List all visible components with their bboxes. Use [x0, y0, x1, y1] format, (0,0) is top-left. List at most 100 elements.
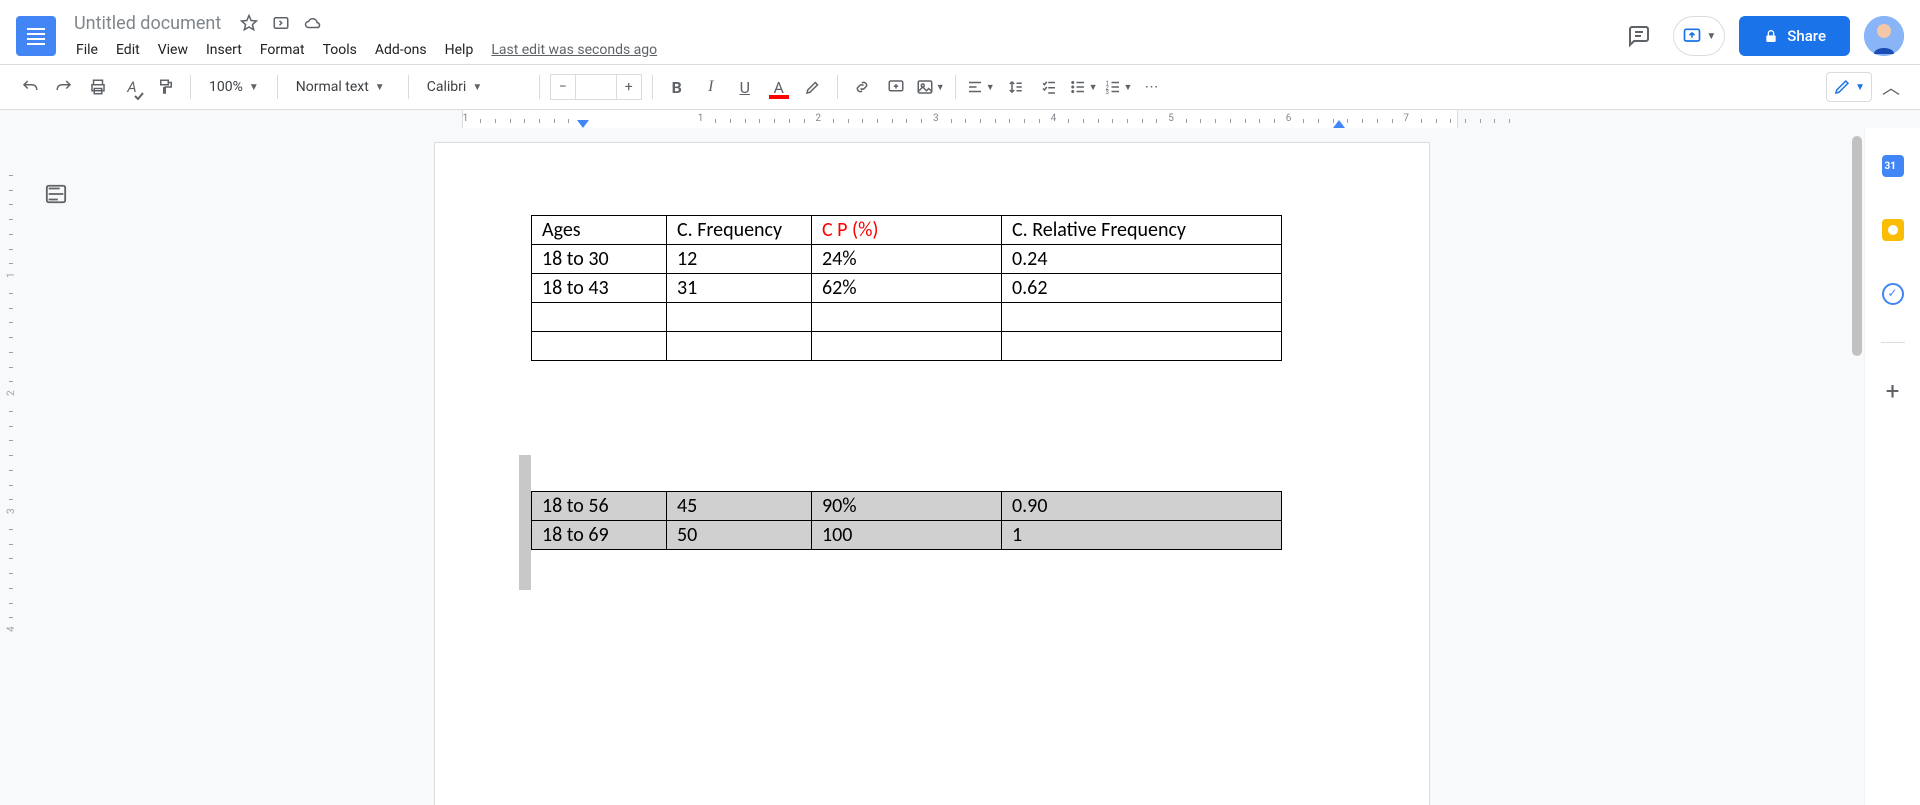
spellcheck-button[interactable]: A [118, 73, 146, 101]
menu-format[interactable]: Format [252, 38, 313, 62]
cell-ages[interactable] [532, 332, 667, 361]
separator [652, 75, 653, 99]
header-crel[interactable]: C. Relative Frequency [1002, 216, 1282, 245]
decrease-fontsize-button[interactable]: − [550, 74, 576, 100]
cell-crel[interactable]: 0.62 [1002, 274, 1282, 303]
bold-button[interactable]: B [663, 73, 691, 101]
get-addons-button[interactable]: + [1873, 371, 1913, 411]
side-panel: + [1864, 128, 1920, 805]
share-label: Share [1787, 27, 1826, 45]
highlight-button[interactable] [799, 73, 827, 101]
header-ages[interactable]: Ages [532, 216, 667, 245]
separator [837, 75, 838, 99]
cell-ages[interactable] [532, 303, 667, 332]
cell-ages[interactable]: 18 to 69 [532, 521, 667, 550]
cell-crel[interactable] [1002, 303, 1282, 332]
paint-format-button[interactable] [152, 73, 180, 101]
underline-button[interactable]: U [731, 73, 759, 101]
table-row[interactable]: 18 to 30 12 24% 0.24 [532, 245, 1282, 274]
menu-insert[interactable]: Insert [198, 38, 250, 62]
cell-cp[interactable]: 90% [812, 492, 1002, 521]
align-button[interactable]: ▼ [966, 73, 995, 101]
open-comments-button[interactable] [1619, 16, 1659, 56]
cell-cfreq[interactable] [667, 332, 812, 361]
cell-cp[interactable]: 100 [812, 521, 1002, 550]
insert-link-button[interactable] [848, 73, 876, 101]
share-button[interactable]: Share [1739, 16, 1850, 56]
present-button[interactable]: ▼ [1673, 16, 1725, 56]
cell-ages[interactable]: 18 to 56 [532, 492, 667, 521]
print-button[interactable] [84, 73, 112, 101]
font-select[interactable]: Calibri▼ [419, 73, 529, 101]
cell-ages[interactable]: 18 to 30 [532, 245, 667, 274]
line-spacing-button[interactable] [1001, 73, 1029, 101]
menu-addons[interactable]: Add-ons [367, 38, 435, 62]
docs-logo-icon[interactable] [16, 16, 56, 56]
tasks-app-icon[interactable] [1873, 274, 1913, 314]
paragraph-style-select[interactable]: Normal text▼ [288, 73, 398, 101]
show-outline-button[interactable] [36, 174, 76, 214]
bulleted-list-button[interactable]: ▼ [1069, 73, 1098, 101]
cell-cfreq[interactable]: 12 [667, 245, 812, 274]
cell-cfreq[interactable]: 31 [667, 274, 812, 303]
frequency-table[interactable]: Ages C. Frequency C P (%) C. Relative Fr… [531, 215, 1282, 361]
cloud-status-icon[interactable] [303, 13, 323, 33]
chevron-down-icon: ▼ [986, 82, 995, 93]
move-icon[interactable] [271, 13, 291, 33]
calendar-app-icon[interactable] [1873, 146, 1913, 186]
cell-cfreq[interactable]: 50 [667, 521, 812, 550]
numbered-list-button[interactable]: 123▼ [1104, 73, 1133, 101]
cell-ages[interactable]: 18 to 43 [532, 274, 667, 303]
selection-handle[interactable] [519, 455, 531, 590]
table-header-row[interactable]: Ages C. Frequency C P (%) C. Relative Fr… [532, 216, 1282, 245]
table-row[interactable] [532, 332, 1282, 361]
insert-comment-button[interactable] [882, 73, 910, 101]
chevron-down-icon: ▼ [375, 82, 385, 93]
last-edit-link[interactable]: Last edit was seconds ago [491, 42, 657, 58]
cell-crel[interactable]: 0.24 [1002, 245, 1282, 274]
table-row[interactable] [532, 303, 1282, 332]
table-row[interactable]: 18 to 56 45 90% 0.90 [532, 492, 1282, 521]
document-title[interactable]: Untitled document [68, 11, 227, 36]
checklist-button[interactable] [1035, 73, 1063, 101]
menu-file[interactable]: File [68, 38, 106, 62]
cell-cfreq[interactable] [667, 303, 812, 332]
menu-view[interactable]: View [150, 38, 196, 62]
cell-cp[interactable]: 24% [812, 245, 1002, 274]
horizontal-ruler[interactable]: 11234567 [0, 110, 1920, 130]
text-color-button[interactable]: A [765, 73, 793, 101]
table-row[interactable]: 18 to 69 50 100 1 [532, 521, 1282, 550]
menu-edit[interactable]: Edit [108, 38, 148, 62]
menu-help[interactable]: Help [437, 38, 482, 62]
cell-cfreq[interactable]: 45 [667, 492, 812, 521]
star-icon[interactable] [239, 13, 259, 33]
header-cp[interactable]: C P (%) [812, 216, 1002, 245]
frequency-table-selected[interactable]: 18 to 56 45 90% 0.90 18 to 69 50 100 1 [531, 491, 1282, 550]
cell-cp[interactable]: 62% [812, 274, 1002, 303]
account-avatar[interactable] [1864, 16, 1904, 56]
vertical-ruler[interactable]: 1234 [0, 128, 20, 805]
cell-cp[interactable] [812, 303, 1002, 332]
document-page[interactable]: Ages C. Frequency C P (%) C. Relative Fr… [434, 142, 1430, 805]
font-size-input[interactable] [576, 74, 616, 100]
more-tools-button[interactable]: ⋯ [1138, 73, 1166, 101]
editing-mode-button[interactable]: ▼ [1826, 72, 1872, 102]
keep-app-icon[interactable] [1873, 210, 1913, 250]
menu-tools[interactable]: Tools [315, 38, 365, 62]
italic-button[interactable]: I [697, 73, 725, 101]
cell-cp[interactable] [812, 332, 1002, 361]
undo-button[interactable] [16, 73, 44, 101]
zoom-select[interactable]: 100%▼ [201, 73, 267, 101]
hide-menus-button[interactable]: ︿ [1878, 70, 1904, 104]
plus-icon: + [1886, 377, 1900, 405]
table-row[interactable]: 18 to 43 31 62% 0.62 [532, 274, 1282, 303]
increase-fontsize-button[interactable]: + [616, 74, 642, 100]
cell-crel[interactable]: 1 [1002, 521, 1282, 550]
insert-image-button[interactable]: ▼ [916, 73, 945, 101]
separator [408, 75, 409, 99]
cell-crel[interactable] [1002, 332, 1282, 361]
vertical-scrollbar[interactable] [1852, 136, 1862, 356]
cell-crel[interactable]: 0.90 [1002, 492, 1282, 521]
redo-button[interactable] [50, 73, 78, 101]
header-cfreq[interactable]: C. Frequency [667, 216, 812, 245]
